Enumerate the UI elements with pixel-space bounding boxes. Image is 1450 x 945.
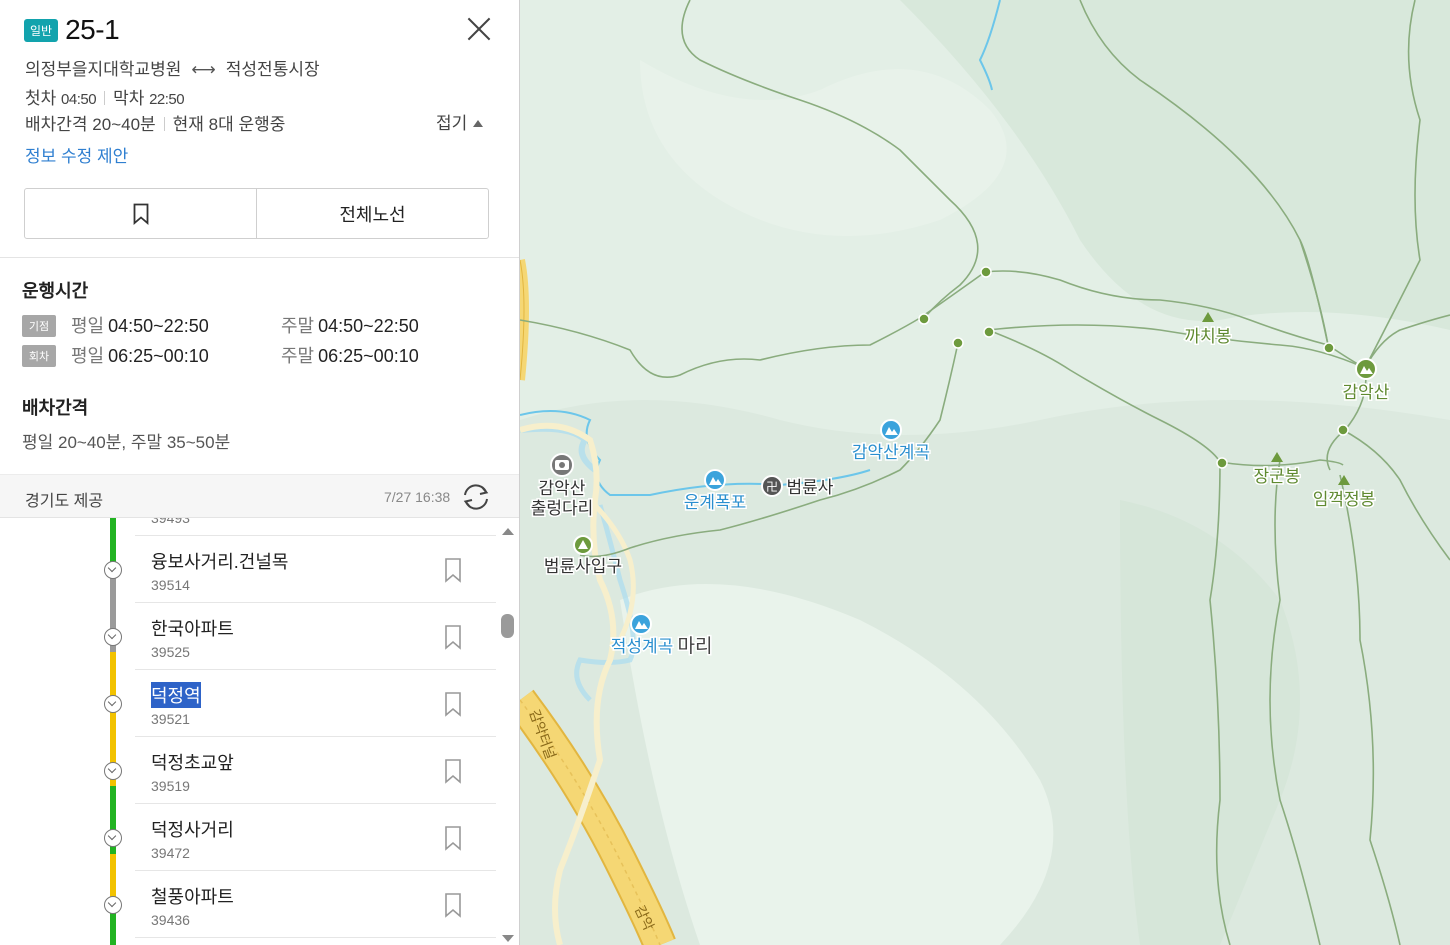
divider: [0, 257, 519, 258]
first-bus-time: 04:50: [61, 91, 97, 108]
headway-info: 배차간격 20~40분 현재 8대 운행중: [25, 110, 285, 135]
weekday-hours: 06:25~00:10: [108, 346, 209, 366]
chevron-down-icon[interactable]: [104, 695, 122, 713]
updated-time: 7/27 16:38: [384, 489, 451, 505]
provider-name: 경기도 제공: [25, 493, 104, 510]
map-label[interactable]: 감악산계곡: [850, 442, 931, 464]
map-label[interactable]: 운계폭포: [682, 492, 748, 514]
map-label[interactable]: 적성계곡: [609, 636, 675, 658]
return-tag: 회차: [22, 345, 56, 367]
stop-name[interactable]: 융보사거리.건널목: [151, 548, 288, 574]
divider: [163, 117, 165, 131]
map-label[interactable]: 장군봉: [1252, 466, 1302, 488]
weekend-hours: 04:50~22:50: [318, 316, 419, 336]
stop-name[interactable]: 덕정초교앞: [151, 749, 234, 775]
map-label[interactable]: 범륜사입구: [542, 556, 623, 578]
weekday-label: 평일: [71, 346, 105, 366]
stop-id: 39519: [151, 778, 190, 794]
bookmark-icon[interactable]: [443, 892, 463, 918]
stop-row[interactable]: 한국아파트 39525: [0, 603, 496, 670]
chevron-up-icon: [473, 120, 484, 127]
chevron-down-icon[interactable]: [104, 628, 122, 646]
map-label[interactable]: 범륜사: [785, 477, 835, 499]
route-type-badge: 일반: [24, 18, 59, 42]
first-last-bus: 첫차 04:50 막차 22:50: [25, 84, 185, 109]
stop-list-scrollbar[interactable]: [496, 518, 519, 945]
bookmark-icon[interactable]: [443, 691, 463, 717]
map-layer: 卍 감악산 출렁다리 범륜사입구 운계폭포 범륜사 감악산계곡 까치봉 감악산 …: [520, 0, 1450, 945]
stop-name[interactable]: 철풍아파트: [151, 883, 234, 909]
bidirectional-arrow-icon: ⟷: [191, 60, 216, 79]
map-label[interactable]: 마리: [676, 634, 714, 659]
origin-tag: 기점: [22, 315, 56, 337]
map-label[interactable]: 까치봉: [1183, 326, 1233, 348]
svg-text:卍: 卍: [766, 480, 778, 494]
stop-row[interactable]: 덕정사거리 39472: [0, 804, 496, 871]
scroll-thumb[interactable]: [501, 614, 514, 638]
bookmark-icon[interactable]: [443, 624, 463, 650]
schedule-title: 운행시간: [22, 281, 89, 301]
map-label[interactable]: 감악산: [537, 478, 587, 500]
interval-text: 평일 20~40분, 주말 35~50분: [22, 433, 231, 452]
bookmark-icon[interactable]: [443, 758, 463, 784]
partial-stop-id: 39493: [151, 518, 190, 526]
schedule-row-return: 회차 평일 06:25~00:10 주말 06:25~00:10: [22, 342, 419, 368]
stop-list: 39493 융보사거리.건널목 39514 한국아파트 39525 덕정역 39…: [0, 518, 496, 945]
route-endpoints: 의정부을지대학교병원 ⟷ 적성전통시장: [25, 55, 320, 80]
bookmark-icon: [133, 203, 148, 225]
headway-text: 배차간격 20~40분: [25, 115, 156, 134]
map-label[interactable]: 감악산: [1341, 382, 1391, 404]
provider-bar: 경기도 제공 7/27 16:38: [0, 474, 519, 518]
divider: [104, 91, 106, 105]
map-label[interactable]: 출렁다리: [529, 498, 595, 520]
weekday-hours: 04:50~22:50: [108, 316, 209, 336]
suggest-edit-link[interactable]: 정보 수정 제안: [25, 142, 128, 167]
stop-id: 39525: [151, 644, 190, 660]
divider: [135, 937, 496, 938]
fold-label: 접기: [436, 114, 468, 133]
route-origin: 의정부을지대학교병원: [25, 60, 182, 79]
stop-id: 39514: [151, 577, 190, 593]
last-bus-time: 22:50: [149, 91, 185, 108]
close-icon[interactable]: [464, 14, 494, 44]
stop-row[interactable]: 덕정초교앞 39519: [0, 737, 496, 804]
last-bus-label: 막차: [113, 89, 145, 108]
bookmark-icon[interactable]: [443, 557, 463, 583]
map-canvas[interactable]: 卍 감악산 출렁다리 범륜사입구 운계폭포 범륜사 감악산계곡 까치봉 감악산 …: [520, 0, 1450, 945]
map-label[interactable]: 임꺽정봉: [1311, 489, 1377, 511]
bookmark-button[interactable]: [25, 189, 256, 238]
route-destination: 적성전통시장: [225, 60, 320, 79]
stop-id: 39521: [151, 711, 190, 727]
stop-id: 39472: [151, 845, 190, 861]
weekday-label: 평일: [71, 316, 105, 336]
scroll-up-icon[interactable]: [502, 528, 514, 535]
schedule-row-origin: 기점 평일 04:50~22:50 주말 04:50~22:50: [22, 312, 419, 338]
stop-name-selected[interactable]: 덕정역: [151, 682, 201, 708]
weekend-hours: 06:25~00:10: [318, 346, 419, 366]
interval-title: 배차간격: [22, 398, 89, 418]
chevron-down-icon[interactable]: [104, 829, 122, 847]
weekend-label: 주말: [281, 316, 315, 336]
weekend-label: 주말: [281, 346, 315, 366]
stop-name[interactable]: 덕정사거리: [151, 816, 234, 842]
stop-name[interactable]: 한국아파트: [151, 615, 234, 641]
chevron-down-icon[interactable]: [104, 561, 122, 579]
stop-row[interactable]: 철풍아파트 39436: [0, 871, 496, 938]
chevron-down-icon[interactable]: [104, 762, 122, 780]
refresh-icon[interactable]: [459, 482, 493, 512]
first-bus-label: 첫차: [25, 89, 57, 108]
stop-id: 39436: [151, 912, 190, 928]
route-header: 일반 25-1: [24, 14, 120, 46]
action-buttons: 전체노선: [24, 188, 489, 239]
all-route-button[interactable]: 전체노선: [256, 189, 488, 238]
scroll-down-icon[interactable]: [502, 935, 514, 942]
stop-row[interactable]: 융보사거리.건널목 39514: [0, 536, 496, 603]
chevron-down-icon[interactable]: [104, 896, 122, 914]
route-panel: 일반 25-1 의정부을지대학교병원 ⟷ 적성전통시장 첫차 04:50 막차 22:…: [0, 0, 520, 945]
running-buses: 현재 8대 운행중: [172, 115, 286, 134]
route-number: 25-1: [65, 14, 120, 45]
fold-button[interactable]: 접기: [436, 109, 484, 134]
bookmark-icon[interactable]: [443, 825, 463, 851]
stop-row[interactable]: 덕정역 39521: [0, 670, 496, 737]
